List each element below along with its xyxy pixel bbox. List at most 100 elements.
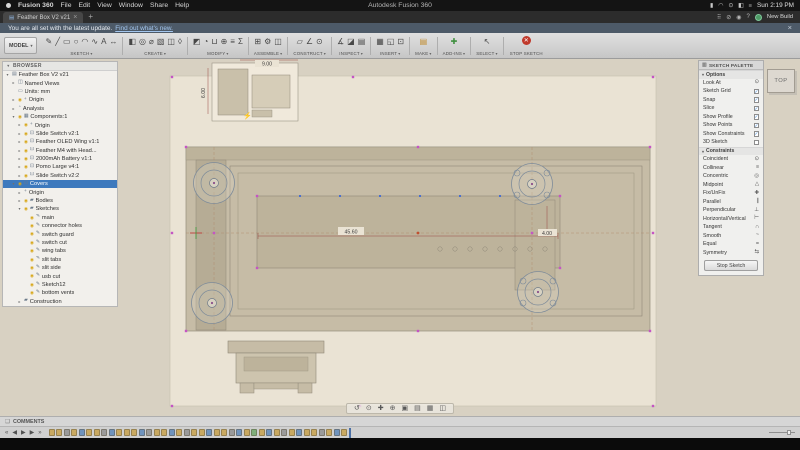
look-at-icon[interactable]: ⊙: [754, 80, 759, 85]
apple-menu-icon[interactable]: [6, 3, 11, 8]
sketch-canvas[interactable]: 45.60 4.00 9.00 6.00 ⚡: [0, 59, 800, 416]
zoom-icon[interactable]: ⊕: [390, 405, 396, 412]
sketch-point[interactable]: [531, 232, 533, 234]
timeline-feature-19[interactable]: [184, 429, 190, 437]
box-icon[interactable]: ▧: [157, 38, 165, 46]
stop-sketch-palette-button[interactable]: Stop Sketch: [704, 260, 758, 271]
menu-clock[interactable]: Sun 2:19 PM: [757, 2, 794, 9]
sketch-point[interactable]: [649, 330, 651, 332]
visibility-bulb-icon[interactable]: ◉: [24, 165, 28, 169]
dimension-top-label[interactable]: 9.00: [262, 62, 272, 68]
go-to-start-icon[interactable]: «: [5, 430, 8, 436]
timeline-zoom-knob[interactable]: [787, 430, 791, 435]
extrude-icon[interactable]: ◧: [128, 38, 136, 46]
line-icon[interactable]: ╱: [55, 38, 60, 46]
sketch-point[interactable]: [652, 232, 654, 234]
new-build-label[interactable]: New Build: [767, 14, 793, 20]
stop-sketch-button[interactable]: ✕ STOP SKETCH: [507, 34, 546, 58]
menu-help[interactable]: Help: [175, 2, 189, 9]
workspace-selector[interactable]: MODEL ▾: [4, 37, 37, 54]
checkbox-show-points[interactable]: ✓: [754, 123, 760, 129]
palette-constraint-midpoint[interactable]: Midpoint△: [699, 181, 763, 190]
decal-icon[interactable]: ◱: [387, 38, 395, 46]
mount-post-1[interactable]: [194, 163, 235, 204]
browser-item-sketch12[interactable]: ◉✎Sketch12: [3, 281, 117, 289]
chevron-collapsed-icon[interactable]: ▸: [17, 149, 22, 153]
visibility-bulb-icon[interactable]: ◉: [18, 115, 22, 119]
timeline-feature-13[interactable]: [139, 429, 145, 437]
press-pull-icon[interactable]: ◩: [193, 38, 201, 46]
orbit-icon[interactable]: ↺: [354, 405, 360, 412]
display-settings-icon[interactable]: ▤: [414, 405, 421, 412]
visibility-bulb-icon[interactable]: ◉: [24, 140, 28, 144]
timeline-feature-26[interactable]: [236, 429, 242, 437]
visibility-bulb-icon[interactable]: ◉: [18, 98, 22, 102]
notification-close-icon[interactable]: ×: [788, 24, 792, 32]
joint-icon[interactable]: ⚙: [264, 38, 271, 46]
timeline-feature-15[interactable]: [154, 429, 160, 437]
arc-icon[interactable]: ◠: [81, 38, 88, 46]
step-back-icon[interactable]: ◀: [12, 430, 17, 436]
sketch-point[interactable]: [652, 76, 654, 78]
visibility-bulb-icon[interactable]: ◉: [18, 182, 22, 186]
timeline-feature-40[interactable]: [341, 429, 347, 437]
browser-item-slit-side[interactable]: ◉✎slit side: [3, 264, 117, 272]
timeline-feature-37[interactable]: [319, 429, 325, 437]
visibility-bulb-icon[interactable]: ◉: [24, 132, 28, 136]
browser-item-connector-holes[interactable]: ◉✎connector holes: [3, 222, 117, 230]
timeline-feature-4[interactable]: [71, 429, 77, 437]
play-icon[interactable]: ▶: [21, 430, 26, 436]
timeline-feature-23[interactable]: [214, 429, 220, 437]
timeline-feature-29[interactable]: [259, 429, 265, 437]
timeline-feature-28[interactable]: [251, 429, 257, 437]
visibility-bulb-icon[interactable]: ◉: [30, 224, 34, 228]
chevron-collapsed-icon[interactable]: ▸: [11, 107, 16, 111]
dimension-right-label[interactable]: 4.00: [542, 231, 552, 237]
chevron-down-icon[interactable]: ▾: [226, 51, 228, 56]
timeline-feature-5[interactable]: [79, 429, 85, 437]
chevron-expanded-icon[interactable]: ▾: [5, 73, 10, 77]
dimension-side-label[interactable]: 6.00: [201, 88, 207, 98]
switch-detail[interactable]: 9.00 6.00 ⚡: [201, 60, 298, 121]
timeline-feature-35[interactable]: [304, 429, 310, 437]
menu-view[interactable]: View: [97, 2, 112, 9]
browser-item-main[interactable]: ◉✎main: [3, 214, 117, 222]
palette-constraint-equal[interactable]: Equal=: [699, 240, 763, 249]
browser-item-origin[interactable]: ▸◉+Origin: [3, 121, 117, 129]
help-icon[interactable]: ?: [747, 14, 750, 21]
sketch-point[interactable]: [417, 146, 419, 148]
mount-post-4[interactable]: [518, 272, 559, 313]
timeline-feature-20[interactable]: [191, 429, 197, 437]
browser-item-switch-cut[interactable]: ◉✎switch cut: [3, 239, 117, 247]
timeline-feature-38[interactable]: [326, 429, 332, 437]
insert-mesh-icon[interactable]: ▦: [376, 38, 384, 46]
sketch-point[interactable]: [649, 146, 651, 148]
chevron-down-icon[interactable]: ▾: [164, 51, 166, 56]
timeline-feature-31[interactable]: [274, 429, 280, 437]
chevron-down-icon[interactable]: ▾: [429, 51, 431, 56]
control-center-icon[interactable]: ◧: [738, 3, 743, 9]
timeline-feature-22[interactable]: [206, 429, 212, 437]
plate-top-band[interactable]: [186, 147, 650, 160]
timeline-feature-39[interactable]: [334, 429, 340, 437]
spline-icon[interactable]: ∿: [91, 38, 98, 46]
scripts-addins-icon[interactable]: ✚: [451, 38, 458, 46]
sketch-point[interactable]: [559, 267, 561, 269]
timeline-feature-30[interactable]: [266, 429, 272, 437]
palette-constraint-coincident[interactable]: Coincident⊙: [699, 155, 763, 164]
measure-icon[interactable]: ∡: [337, 38, 344, 46]
grid-settings-icon[interactable]: ▦: [427, 405, 434, 412]
step-forward-icon[interactable]: ▶: [30, 430, 35, 436]
palette-constraint-tangent[interactable]: Tangent∩: [699, 223, 763, 232]
browser-item-analysis[interactable]: ▸◔Analysis: [3, 105, 117, 113]
browser-item-feather-oled-wing-v1-1[interactable]: ▸◉⊡Feather OLED Wing v1:1: [3, 138, 117, 146]
browser-item-slit-tabs[interactable]: ◉✎slit tabs: [3, 256, 117, 264]
create-sketch-icon[interactable]: ✎: [45, 38, 52, 46]
select-cursor-icon[interactable]: ↖: [484, 38, 491, 46]
3d-print-icon[interactable]: ▤: [420, 38, 428, 46]
chevron-down-icon[interactable]: ▾: [398, 51, 400, 56]
section-analysis-icon[interactable]: ◪: [347, 38, 355, 46]
chevron-expanded-icon[interactable]: ▾: [17, 207, 22, 211]
sketch-point[interactable]: [171, 405, 173, 407]
palette-constraint-fix-unfix[interactable]: Fix/UnFix✚: [699, 189, 763, 198]
